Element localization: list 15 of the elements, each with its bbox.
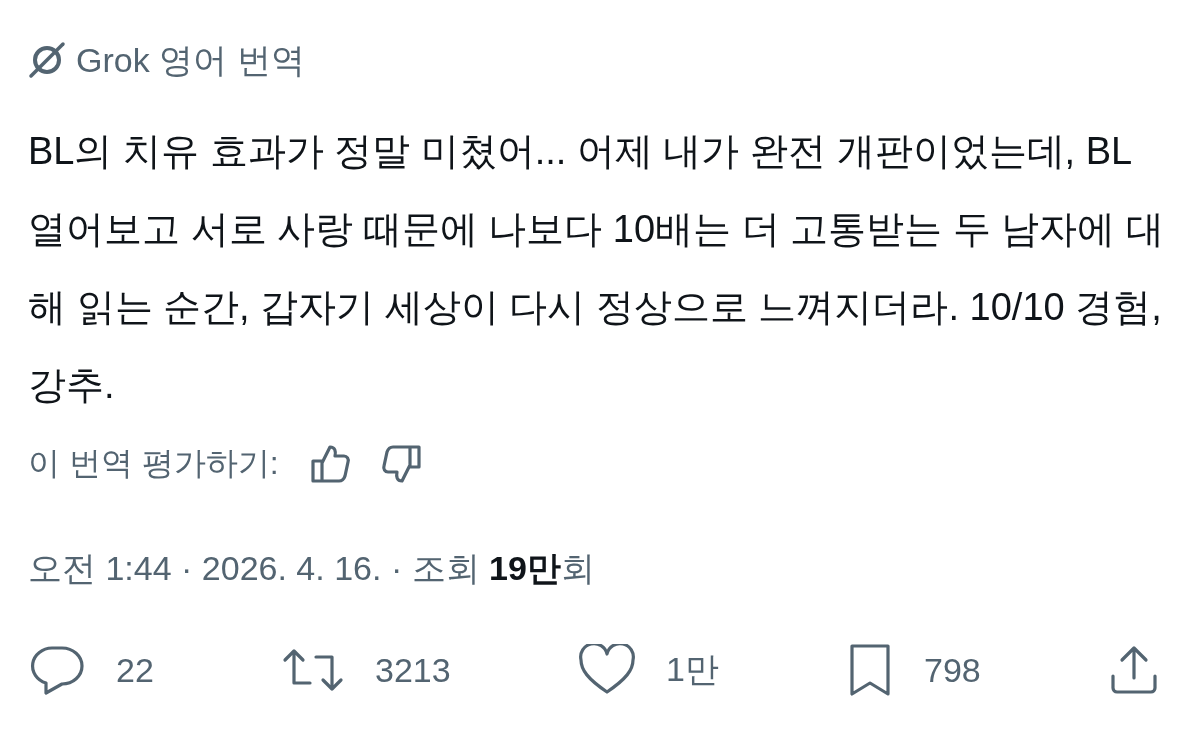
reply-button[interactable]: 22 bbox=[28, 644, 154, 696]
grok-logo-icon bbox=[28, 41, 66, 79]
rating-label: 이 번역 평가하기: bbox=[28, 444, 279, 483]
thumbs-down-icon[interactable] bbox=[380, 443, 423, 485]
translation-label: Grok 영어 번역 bbox=[76, 40, 305, 81]
speech-bubble-icon bbox=[28, 644, 86, 696]
post-text: BL의 치유 효과가 정말 미쳤어... 어제 내가 완전 개판이었는데, BL 열어보고 서로 사랑 때문에 나보다 10배는 더 고통받는 두 남자에 대해 읽는 순간, 갑자기 세상이 다시 정상으로 느껴지더라. 10/10 경험, 강추. bbox=[28, 129, 1165, 408]
share-button[interactable] bbox=[1108, 644, 1160, 696]
thumbs-up-icon[interactable] bbox=[308, 443, 351, 485]
bookmark-button[interactable]: 798 bbox=[846, 642, 981, 698]
post-meta: 오전 1:44 · 2026. 4. 16. · 조회 19만회 bbox=[28, 548, 596, 589]
heart-icon bbox=[577, 644, 636, 696]
like-button[interactable]: 1만 bbox=[577, 644, 719, 696]
repost-button[interactable]: 3213 bbox=[281, 646, 451, 694]
share-icon bbox=[1108, 644, 1160, 696]
